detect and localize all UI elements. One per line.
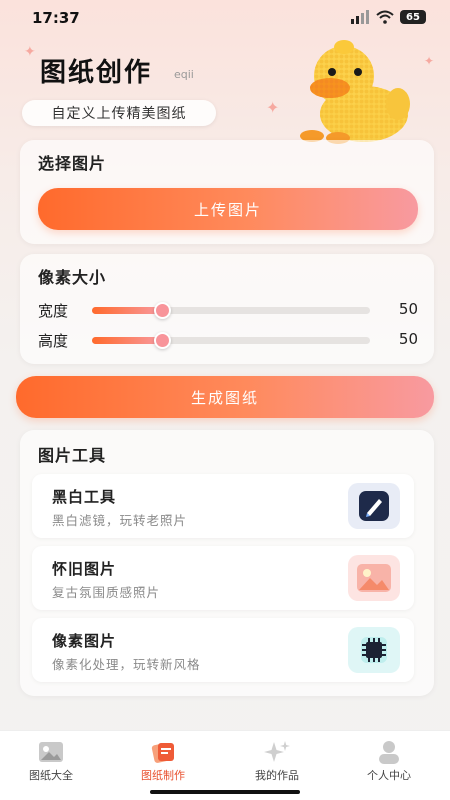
tool-item-vintage[interactable]: 怀旧图片 复古氛围质感照片 bbox=[32, 546, 414, 610]
sparkle-icon bbox=[264, 741, 290, 762]
nav-label: 个人中心 bbox=[367, 769, 411, 782]
width-slider-fill bbox=[92, 307, 162, 314]
pixel-size-title: 像素大小 bbox=[38, 268, 107, 287]
nav-item-gallery[interactable]: 图纸大全 bbox=[6, 739, 96, 789]
status-icons: 65 bbox=[350, 10, 426, 24]
sparkle-decoration-icon: ✦ bbox=[424, 54, 435, 68]
tool-desc: 复古氛围质感照片 bbox=[52, 585, 161, 600]
height-label: 高度 bbox=[38, 332, 69, 350]
home-indicator bbox=[150, 790, 300, 794]
height-slider-track[interactable] bbox=[92, 332, 370, 349]
nav-item-my-works[interactable]: 我的作品 bbox=[232, 739, 322, 789]
image-tools-title: 图片工具 bbox=[38, 446, 107, 465]
cards-icon bbox=[151, 743, 174, 763]
pen-edit-icon bbox=[348, 483, 400, 529]
status-bar: 17:37 65 bbox=[0, 0, 450, 36]
tool-desc: 黑白滤镜，玩转老照片 bbox=[52, 513, 188, 528]
duck-mascot-image bbox=[300, 40, 410, 144]
gallery-icon bbox=[39, 742, 63, 762]
subtitle-pill: 自定义上传精美图纸 bbox=[22, 100, 216, 126]
pixel-size-card: 像素大小 宽度 50 高度 50 bbox=[20, 254, 434, 364]
width-value: 50 bbox=[398, 300, 418, 318]
nav-item-profile[interactable]: 个人中心 bbox=[344, 739, 434, 789]
user-icon bbox=[379, 741, 399, 764]
tool-desc: 像素化处理，玩转新风格 bbox=[52, 657, 201, 672]
tool-item-pixel[interactable]: 像素图片 像素化处理，玩转新风格 bbox=[32, 618, 414, 682]
status-time: 17:37 bbox=[32, 9, 80, 27]
battery-level: 65 bbox=[406, 11, 420, 23]
tool-name: 像素图片 bbox=[52, 632, 117, 650]
width-slider-row: 宽度 50 bbox=[38, 298, 418, 322]
generate-button[interactable]: 生成图纸 bbox=[16, 376, 434, 418]
tool-item-bw[interactable]: 黑白工具 黑白滤镜，玩转老照片 bbox=[32, 474, 414, 538]
width-label: 宽度 bbox=[38, 302, 69, 320]
sparkle-decoration-icon: ✦ bbox=[266, 98, 280, 117]
upload-image-button[interactable]: 上传图片 bbox=[38, 188, 418, 230]
select-image-title: 选择图片 bbox=[38, 154, 107, 173]
nav-label: 图纸制作 bbox=[141, 769, 185, 782]
width-slider-track[interactable] bbox=[92, 302, 370, 319]
chip-icon bbox=[348, 627, 400, 673]
height-slider-thumb[interactable] bbox=[153, 332, 171, 349]
height-slider-fill bbox=[92, 337, 162, 344]
width-slider-thumb[interactable] bbox=[153, 302, 171, 319]
brand-mark: eqii bbox=[174, 68, 194, 81]
select-image-card: 选择图片 上传图片 bbox=[20, 140, 434, 244]
nav-label: 我的作品 bbox=[255, 769, 299, 782]
nav-label: 图纸大全 bbox=[29, 769, 73, 782]
tool-name: 怀旧图片 bbox=[52, 560, 117, 578]
image-tools-card: 图片工具 黑白工具 黑白滤镜，玩转老照片 怀旧图片 复古氛围质感照片 像素图片 … bbox=[20, 430, 434, 696]
wifi-icon bbox=[376, 10, 394, 24]
sparkle-decoration-icon: ✦ bbox=[24, 44, 36, 60]
page-title: 图纸创作 bbox=[40, 58, 153, 88]
height-value: 50 bbox=[398, 330, 418, 348]
nav-item-create[interactable]: 图纸制作 bbox=[118, 739, 208, 789]
landscape-photo-icon bbox=[348, 555, 400, 601]
tool-name: 黑白工具 bbox=[52, 488, 117, 506]
battery-icon: 65 bbox=[400, 10, 426, 24]
height-slider-row: 高度 50 bbox=[38, 328, 418, 352]
signal-icon bbox=[351, 10, 369, 24]
